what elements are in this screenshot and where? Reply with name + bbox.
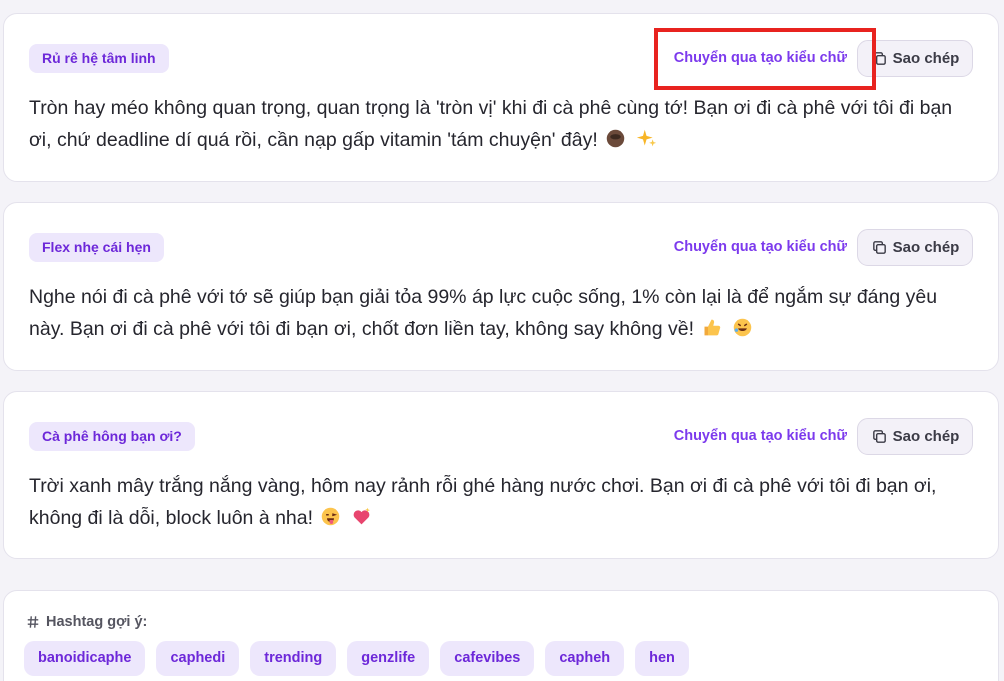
rolling-laughing-emoji <box>733 318 752 337</box>
copy-button[interactable]: Sao chép <box>857 229 973 266</box>
copy-icon <box>872 430 886 443</box>
coffee-emoji <box>606 129 625 148</box>
caption-style-tag: Rủ rê hệ tâm linh <box>29 44 169 73</box>
copy-button[interactable]: Sao chép <box>857 418 973 455</box>
caption-style-tag: Cà phê hông bạn ơi? <box>29 422 195 451</box>
hashtag-chip[interactable]: caphedi <box>156 641 240 676</box>
copy-button[interactable]: Sao chép <box>857 40 973 77</box>
caption-body: Tròn hay méo không quan trọng, quan trọn… <box>29 97 953 151</box>
hash-icon <box>27 616 39 628</box>
caption-card: Cà phê hông bạn ơi? Chuyển qua tạo kiểu … <box>3 391 999 559</box>
copy-icon <box>872 52 886 65</box>
convert-to-font-style-link[interactable]: Chuyển qua tạo kiểu chữ <box>674 428 847 444</box>
convert-to-font-style-link[interactable]: Chuyển qua tạo kiểu chữ <box>674 50 847 66</box>
caption-body: Nghe nói đi cà phê với tớ sẽ giúp bạn gi… <box>29 286 938 340</box>
caption-text: Tròn hay méo không quan trọng, quan trọn… <box>29 92 974 156</box>
hashtag-chip[interactable]: genzlife <box>347 641 430 676</box>
copy-button-label: Sao chép <box>892 428 960 445</box>
caption-body: Trời xanh mây trắng nắng vàng, hôm nay r… <box>29 475 937 529</box>
thumbs-up-emoji <box>704 319 721 336</box>
caption-card: Rủ rê hệ tâm linh Chuyển qua tạo kiểu ch… <box>3 13 999 182</box>
hashtag-chip[interactable]: trending <box>250 641 337 676</box>
sparkles-emoji <box>636 129 656 147</box>
hashtag-card: Hashtag gợi ý: banoidicaphe caphedi tren… <box>3 590 999 681</box>
caption-card: Flex nhẹ cái hẹn Chuyển qua tạo kiểu chữ… <box>3 202 999 371</box>
copy-button-label: Sao chép <box>892 50 960 67</box>
copy-button-label: Sao chép <box>892 239 960 256</box>
hashtag-list: banoidicaphe caphedi trending genzlife c… <box>24 641 689 676</box>
hashtag-heading-label: Hashtag gợi ý: <box>46 614 148 630</box>
hashtag-chip[interactable]: hen <box>635 641 689 676</box>
caption-style-tag: Flex nhẹ cái hẹn <box>29 233 164 262</box>
sparkling-heart-emoji <box>353 507 370 525</box>
hashtag-chip[interactable]: cafevibes <box>440 641 535 676</box>
copy-icon <box>872 241 886 254</box>
caption-text: Nghe nói đi cà phê với tớ sẽ giúp bạn gi… <box>29 281 974 345</box>
hashtag-chip[interactable]: banoidicaphe <box>24 641 146 676</box>
caption-text: Trời xanh mây trắng nắng vàng, hôm nay r… <box>29 470 974 534</box>
convert-to-font-style-link[interactable]: Chuyển qua tạo kiểu chữ <box>674 239 847 255</box>
hashtag-chip[interactable]: capheh <box>545 641 625 676</box>
hashtag-heading: Hashtag gợi ý: <box>26 614 147 630</box>
winking-tongue-emoji <box>322 507 340 526</box>
